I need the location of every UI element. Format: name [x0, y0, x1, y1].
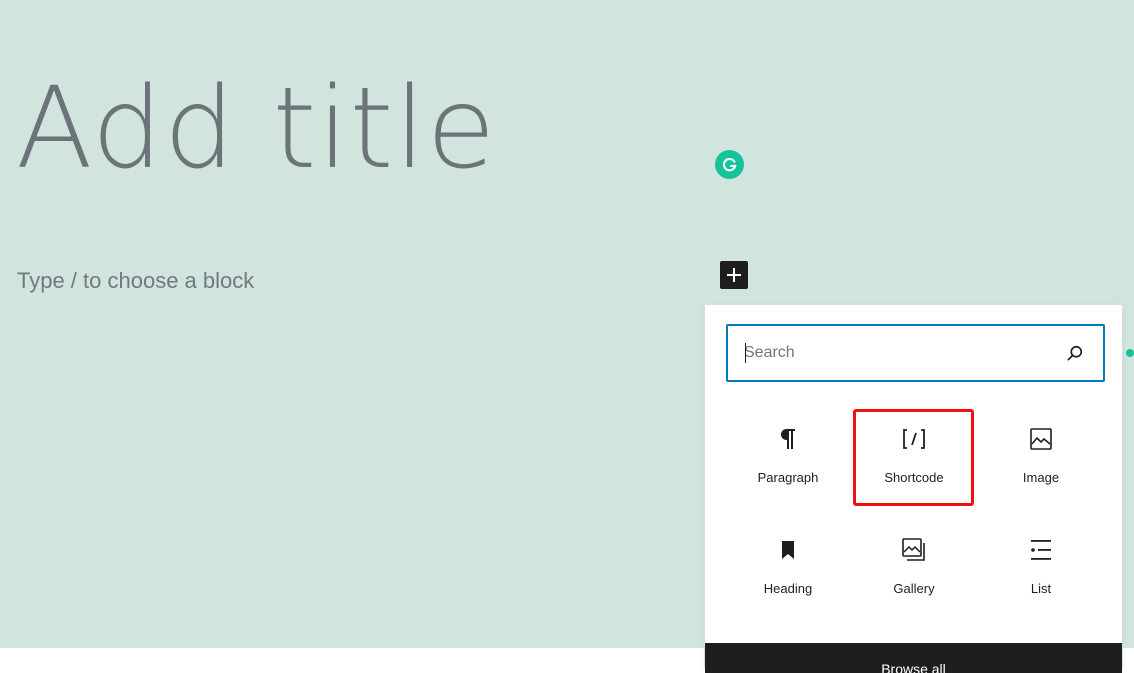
- block-item-label: Image: [1022, 470, 1060, 485]
- block-item-gallery[interactable]: Gallery: [855, 521, 973, 617]
- paragraph-icon: [775, 426, 801, 452]
- block-item-label: List: [1030, 581, 1052, 596]
- block-item-shortcode[interactable]: Shortcode: [855, 410, 973, 506]
- plus-icon: [727, 268, 741, 282]
- post-title-input[interactable]: Add title: [16, 64, 496, 194]
- grammarly-indicator-dot: [1126, 349, 1134, 357]
- grammarly-icon[interactable]: [715, 150, 744, 179]
- search-box: [726, 324, 1105, 382]
- image-icon: [1028, 426, 1054, 452]
- search-icon: [1067, 345, 1083, 361]
- block-appender-placeholder[interactable]: Type / to choose a block: [17, 268, 254, 294]
- shortcode-icon: [901, 426, 927, 452]
- block-item-label: Shortcode: [884, 470, 944, 485]
- block-item-image[interactable]: Image: [982, 410, 1100, 506]
- block-inserter-popover: Paragraph Shortcode Image Heading: [704, 304, 1123, 673]
- list-icon: [1028, 537, 1054, 563]
- block-item-label: Heading: [763, 581, 813, 596]
- block-item-label: Paragraph: [757, 470, 819, 485]
- gallery-icon: [901, 537, 927, 563]
- heading-icon: [775, 537, 801, 563]
- block-item-label: Gallery: [893, 581, 935, 596]
- text-caret: [745, 343, 746, 363]
- browse-all-button[interactable]: Browse all: [705, 643, 1122, 673]
- search-input[interactable]: [744, 326, 1044, 380]
- add-block-button[interactable]: [720, 261, 748, 289]
- block-item-heading[interactable]: Heading: [729, 521, 847, 617]
- block-item-paragraph[interactable]: Paragraph: [729, 410, 847, 506]
- block-item-list[interactable]: List: [982, 521, 1100, 617]
